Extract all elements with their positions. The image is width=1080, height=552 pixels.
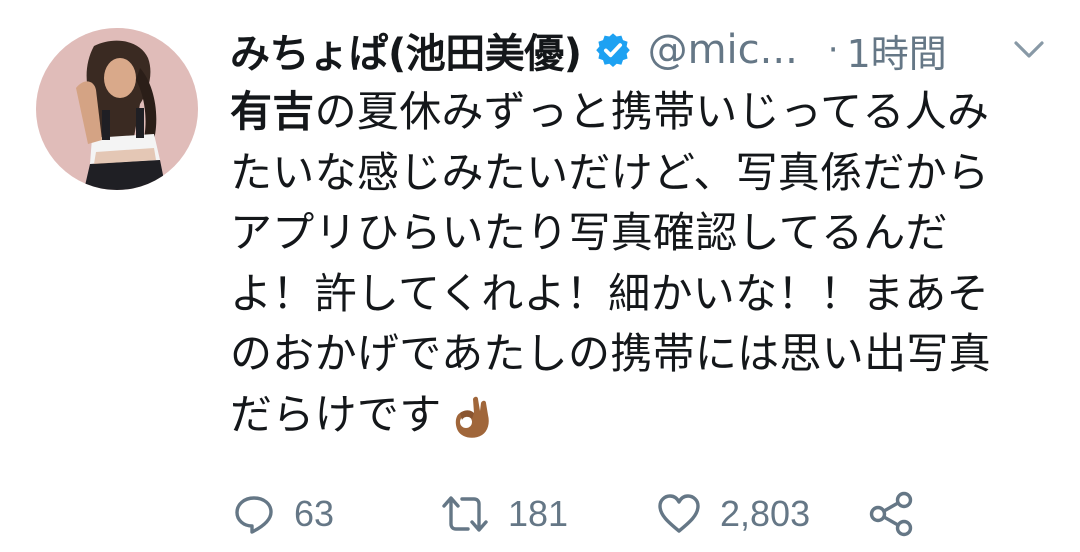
tweet-card[interactable]: みちょぱ(池田美優) @mic... · 1時間 有吉の夏休みずっと携帯いじって… bbox=[0, 0, 1080, 552]
tweet-header: みちょぱ(池田美優) @mic... · 1時間 bbox=[230, 20, 1050, 80]
tweet-text-line: のおかげであたしの携帯には思い出写真 bbox=[230, 329, 991, 378]
user-handle[interactable]: @mic... bbox=[648, 27, 798, 73]
tweet-text-line: よ！許してくれよ！細かいな！！まあそ bbox=[230, 268, 989, 318]
tweet-text-line: たいな感じみたいだけど、写真係だから bbox=[230, 147, 990, 197]
retweet-button[interactable]: 181 bbox=[440, 488, 568, 540]
mention-link[interactable]: 有吉 bbox=[230, 87, 315, 136]
action-bar: 63 181 2,803 bbox=[232, 488, 952, 540]
reply-bubble-icon bbox=[235, 496, 273, 534]
tweet-text-line: の夏休みずっと携帯いじってる人み bbox=[314, 87, 990, 136]
verified-badge-icon bbox=[595, 33, 630, 67]
separator-dot: · bbox=[827, 30, 839, 70]
retweet-count: 181 bbox=[508, 493, 569, 534]
reply-count: 63 bbox=[294, 493, 335, 534]
reply-button[interactable]: 63 bbox=[232, 488, 334, 540]
heart-icon bbox=[658, 494, 700, 533]
chevron-down-icon[interactable] bbox=[1012, 38, 1046, 62]
share-icon bbox=[869, 491, 913, 537]
share-button[interactable] bbox=[868, 488, 916, 540]
tweet-text-line: だらけです bbox=[230, 389, 442, 439]
tweet-text-line: アプリひらいたり写真確認してるんだ bbox=[230, 208, 948, 257]
like-count: 2,803 bbox=[720, 493, 811, 534]
timestamp[interactable]: 1時間 bbox=[847, 23, 947, 78]
avatar-image bbox=[36, 28, 198, 190]
avatar[interactable] bbox=[36, 28, 198, 190]
display-name[interactable]: みちょぱ(池田美優) bbox=[230, 21, 582, 79]
retweet-icon bbox=[442, 496, 488, 532]
ok-hand-emoji-icon bbox=[455, 396, 489, 438]
tweet-text: 有吉の夏休みずっと携帯いじってる人み たいな感じみたいだけど、写真係だから アプ… bbox=[230, 82, 1020, 445]
like-button[interactable]: 2,803 bbox=[656, 488, 810, 540]
